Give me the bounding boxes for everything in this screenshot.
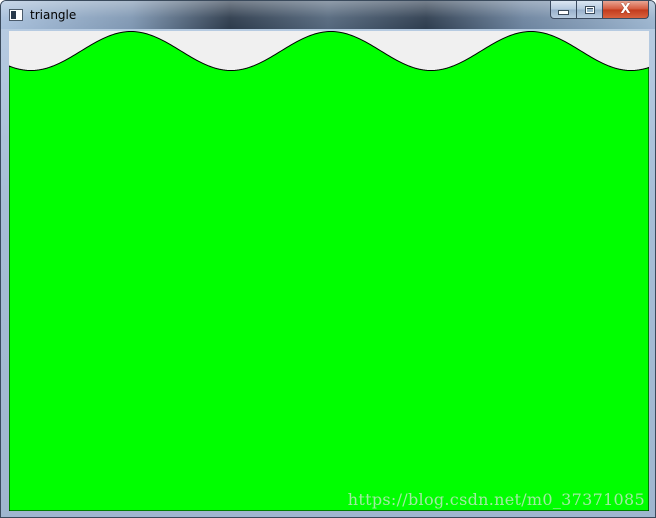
app-window: triangle X https://blog.csdn.net/m0_3737…: [0, 0, 656, 518]
window-title: triangle: [30, 8, 77, 22]
app-window-icon[interactable]: [9, 9, 23, 21]
close-button[interactable]: X: [603, 1, 649, 19]
title-bar[interactable]: triangle X: [1, 1, 655, 29]
maximize-icon: [584, 5, 595, 14]
render-canvas: [9, 31, 649, 511]
maximize-button[interactable]: [577, 1, 603, 19]
green-wave-shape: [9, 31, 649, 511]
minimize-icon: [558, 10, 569, 15]
render-area: https://blog.csdn.net/m0_37371085: [9, 31, 649, 511]
watermark-text: https://blog.csdn.net/m0_37371085: [347, 490, 645, 509]
minimize-button[interactable]: [550, 1, 577, 19]
window-controls: X: [550, 1, 649, 21]
close-icon: X: [620, 2, 631, 17]
